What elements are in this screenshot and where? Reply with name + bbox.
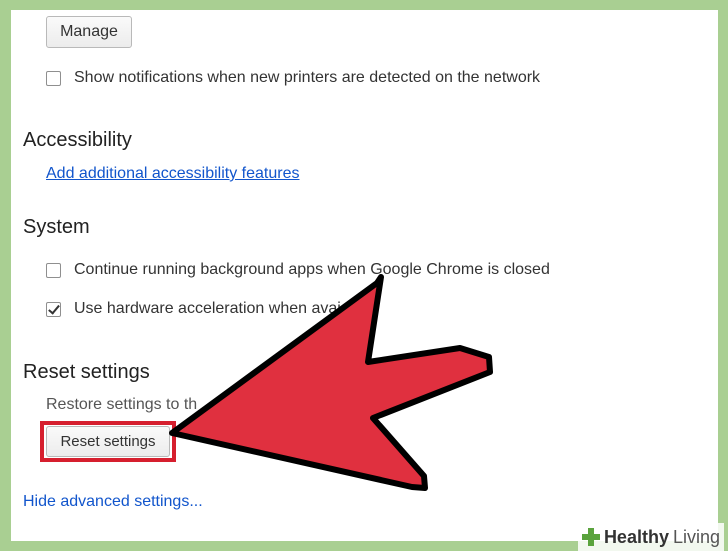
manage-printers-button[interactable]: Manage — [46, 16, 132, 48]
reset-settings-button[interactable]: Reset settings — [46, 426, 170, 457]
hardware-acceleration-checkbox[interactable] — [46, 301, 61, 317]
background-apps-label: Continue running background apps when Go… — [74, 261, 550, 278]
settings-panel: Manage Show notifications when new print… — [11, 10, 718, 541]
watermark-brand-regular: Living — [672, 526, 720, 547]
printer-notification-label: Show notifications when new printers are… — [74, 69, 541, 86]
hide-advanced-settings-link[interactable]: Hide advanced settings... — [23, 493, 203, 511]
printer-notification-checkbox[interactable] — [46, 70, 61, 86]
hardware-acceleration-row[interactable]: Use hardware acceleration when avai — [46, 300, 341, 318]
watermark-brand-bold: Healthy — [603, 526, 669, 547]
printer-notification-row[interactable]: Show notifications when new printers are… — [46, 69, 540, 87]
accessibility-heading: Accessibility — [23, 129, 132, 151]
accessibility-features-link[interactable]: Add additional accessibility features — [46, 165, 299, 183]
hardware-acceleration-label: Use hardware acceleration when avai — [74, 300, 341, 317]
reset-settings-description: Restore settings to th — [46, 396, 198, 413]
healthy-living-watermark: Healthy Living — [577, 523, 724, 551]
background-apps-row[interactable]: Continue running background apps when Go… — [46, 261, 550, 279]
plus-logo-icon — [580, 526, 602, 548]
system-heading: System — [23, 216, 90, 238]
reset-settings-heading: Reset settings — [23, 361, 150, 383]
background-apps-checkbox[interactable] — [46, 262, 61, 278]
